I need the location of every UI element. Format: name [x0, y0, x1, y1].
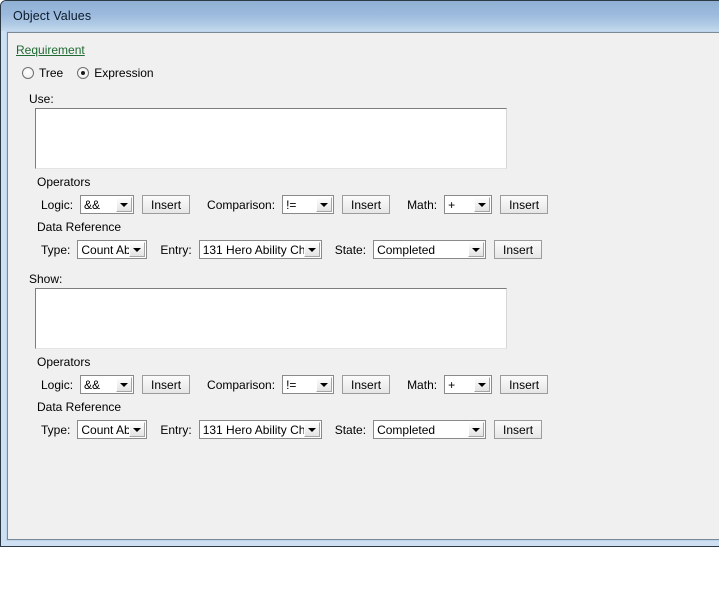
- window-title: Object Values: [13, 9, 92, 23]
- chevron-down-icon[interactable]: [116, 197, 133, 212]
- show-logic-value: &&: [84, 377, 101, 392]
- chevron-down-icon[interactable]: [129, 422, 146, 437]
- use-logic-value: &&: [84, 197, 101, 212]
- use-textarea[interactable]: [35, 108, 507, 169]
- chevron-down-icon[interactable]: [303, 242, 320, 257]
- show-entry-value: 131 Hero Ability Che: [202, 422, 304, 437]
- use-math-select[interactable]: +: [444, 195, 493, 214]
- show-operators-group-label: Operators: [37, 355, 91, 369]
- radio-expression-label: Expression: [94, 66, 154, 80]
- radio-expression[interactable]: [77, 67, 90, 79]
- show-comparison-value: !=: [286, 377, 297, 392]
- show-state-label: State:: [334, 422, 367, 437]
- use-comparison-insert-button[interactable]: Insert: [342, 195, 391, 214]
- radio-tree-label: Tree: [39, 66, 64, 80]
- show-type-value: Count Abi: [81, 422, 130, 437]
- show-math-select[interactable]: +: [444, 375, 493, 394]
- chevron-down-icon[interactable]: [129, 242, 146, 257]
- show-math-insert-button[interactable]: Insert: [500, 375, 549, 394]
- show-entry-label: Entry:: [160, 422, 192, 437]
- requirement-link[interactable]: Requirement: [16, 43, 85, 57]
- use-datareference-row: Type: Count Abi Entry: 131 Hero Ability …: [41, 240, 543, 259]
- use-comparison-value: !=: [286, 197, 297, 212]
- show-comparison-insert-button[interactable]: Insert: [342, 375, 391, 394]
- use-state-value: Completed: [377, 242, 436, 257]
- use-datareference-group-label: Data Reference: [37, 220, 122, 234]
- use-entry-value: 131 Hero Ability Che: [202, 242, 304, 257]
- use-datareference-insert-button[interactable]: Insert: [494, 240, 543, 259]
- title-bar: Object Values: [1, 1, 719, 31]
- use-math-value: +: [448, 197, 456, 212]
- show-field-label: Show:: [29, 272, 63, 286]
- use-operators-group-label: Operators: [37, 175, 91, 189]
- use-logic-label: Logic:: [41, 197, 74, 212]
- use-entry-label: Entry:: [160, 242, 192, 257]
- chevron-down-icon[interactable]: [474, 197, 491, 212]
- use-logic-insert-button[interactable]: Insert: [142, 195, 191, 214]
- chevron-down-icon[interactable]: [468, 422, 485, 437]
- chevron-down-icon[interactable]: [116, 377, 133, 392]
- show-math-value: +: [448, 377, 456, 392]
- use-logic-select[interactable]: &&: [80, 195, 135, 214]
- chevron-down-icon[interactable]: [316, 197, 333, 212]
- show-logic-select[interactable]: &&: [80, 375, 135, 394]
- use-type-select[interactable]: Count Abi: [77, 240, 148, 259]
- show-datareference-row: Type: Count Abi Entry: 131 Hero Ability …: [41, 420, 543, 439]
- show-datareference-group-label: Data Reference: [37, 400, 122, 414]
- show-operators-row: Logic: && Insert Comparison: != Insert M…: [41, 375, 549, 394]
- use-state-select[interactable]: Completed: [373, 240, 487, 259]
- client-frame: Requirement Tree Expression Use: Operato…: [6, 31, 719, 541]
- use-comparison-label: Comparison:: [207, 197, 276, 212]
- chevron-down-icon[interactable]: [303, 422, 320, 437]
- mode-radio-group: Tree Expression: [22, 66, 154, 80]
- use-entry-select[interactable]: 131 Hero Ability Che: [198, 240, 322, 259]
- use-math-insert-button[interactable]: Insert: [500, 195, 549, 214]
- show-logic-label: Logic:: [41, 377, 74, 392]
- client-area: Requirement Tree Expression Use: Operato…: [7, 32, 719, 540]
- show-state-value: Completed: [377, 422, 436, 437]
- use-state-label: State:: [334, 242, 367, 257]
- show-comparison-select[interactable]: !=: [282, 375, 335, 394]
- chevron-down-icon[interactable]: [316, 377, 333, 392]
- show-type-label: Type:: [41, 422, 71, 437]
- dialog-window: Object Values Requirement Tree Expressio…: [0, 0, 719, 547]
- use-type-value: Count Abi: [81, 242, 130, 257]
- show-entry-select[interactable]: 131 Hero Ability Che: [198, 420, 322, 439]
- show-comparison-label: Comparison:: [207, 377, 276, 392]
- chevron-down-icon[interactable]: [468, 242, 485, 257]
- use-field-label: Use:: [29, 92, 54, 106]
- use-type-label: Type:: [41, 242, 71, 257]
- use-math-label: Math:: [407, 197, 438, 212]
- show-state-select[interactable]: Completed: [373, 420, 487, 439]
- chevron-down-icon[interactable]: [474, 377, 491, 392]
- use-operators-row: Logic: && Insert Comparison: != Insert M…: [41, 195, 549, 214]
- show-math-label: Math:: [407, 377, 438, 392]
- show-type-select[interactable]: Count Abi: [77, 420, 148, 439]
- radio-tree[interactable]: [22, 67, 34, 79]
- show-textarea[interactable]: [35, 288, 507, 349]
- use-comparison-select[interactable]: !=: [282, 195, 335, 214]
- show-logic-insert-button[interactable]: Insert: [142, 375, 191, 394]
- show-datareference-insert-button[interactable]: Insert: [494, 420, 543, 439]
